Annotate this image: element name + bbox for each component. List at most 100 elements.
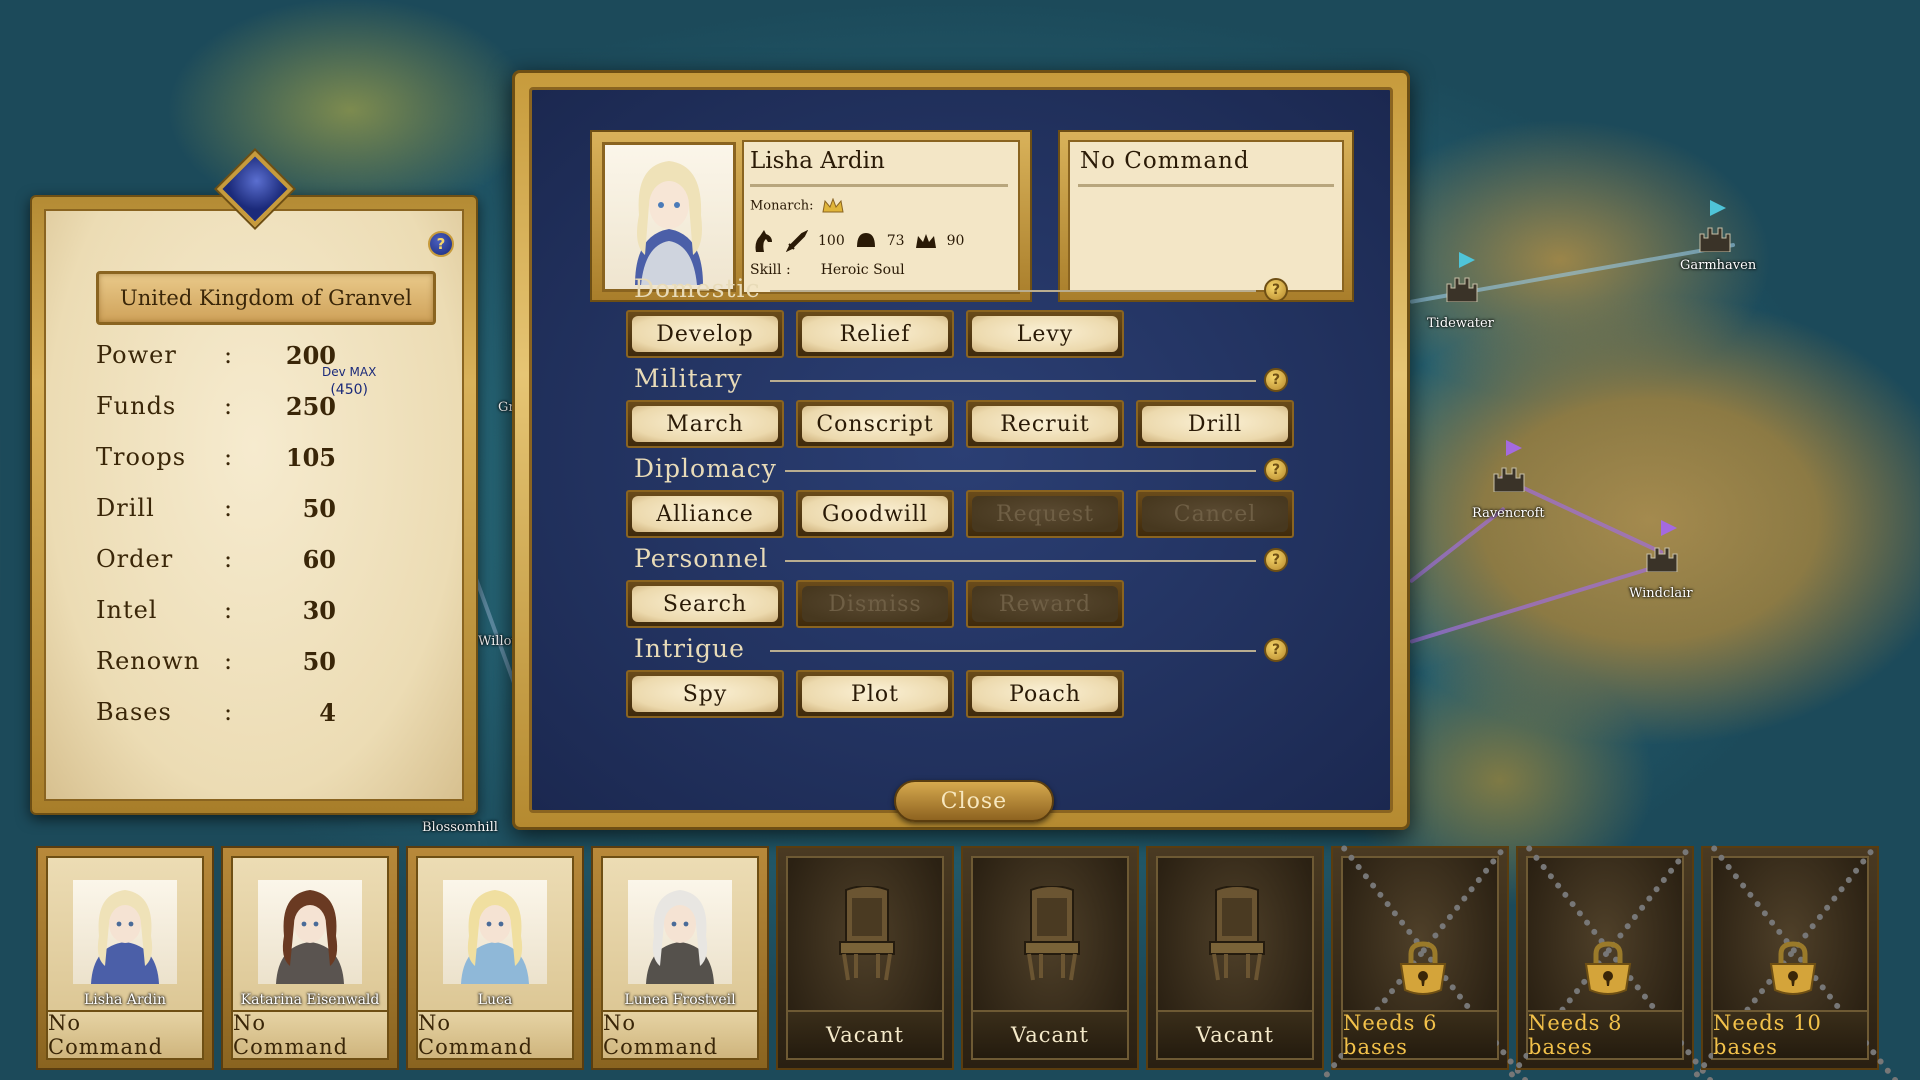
officer-stat-int: 73	[886, 233, 905, 249]
slot-status: Needs 10 bases	[1713, 1010, 1867, 1059]
kingdom-name: United Kingdom of Granvel	[96, 271, 436, 325]
stat-value: 60	[302, 545, 336, 574]
slot-body: Needs 8 bases	[1500, 844, 1715, 1080]
button-label: Poach	[972, 676, 1118, 712]
sword-icon	[786, 230, 808, 252]
stat-label: Bases	[96, 698, 172, 726]
close-button[interactable]: Close	[894, 780, 1054, 822]
vacant-slot[interactable]: Vacant	[776, 846, 954, 1070]
section-help-icon[interactable]: ?	[1264, 458, 1288, 482]
stat-separator: :	[224, 494, 233, 522]
flag-icon	[1506, 440, 1522, 456]
locked-slot[interactable]: Needs 8 bases	[1500, 844, 1715, 1080]
button-label: Search	[632, 586, 778, 622]
slot-body: Katarina Eisenwald No Command	[231, 856, 389, 1060]
officer-stat-pol: 90	[946, 233, 965, 249]
current-command-card: No Command	[1058, 130, 1354, 302]
button-label: Conscript	[802, 406, 948, 442]
slot-body: Lunea Frostveil No Command	[601, 856, 759, 1060]
search-button[interactable]: Search	[626, 580, 784, 628]
march-button[interactable]: March	[626, 400, 784, 448]
slot-body: Needs 10 bases	[1685, 844, 1900, 1080]
route-line	[1409, 566, 1650, 644]
vacant-slot[interactable]: Vacant	[961, 846, 1139, 1070]
current-command-body: No Command	[1068, 140, 1344, 292]
slot-body: Vacant	[971, 856, 1129, 1060]
drill-button[interactable]: Drill	[1136, 400, 1294, 448]
kingdom-panel: ? United Kingdom of Granvel Power:200 Fun…	[30, 195, 478, 815]
stat-value: 50	[302, 494, 336, 523]
padlock-icon	[1399, 941, 1447, 995]
button-label: Drill	[1142, 406, 1288, 442]
officer-slot[interactable]: Lunea Frostveil No Command	[591, 846, 769, 1070]
section-help-icon[interactable]: ?	[1264, 638, 1288, 662]
locked-slot[interactable]: Needs 6 bases	[1315, 844, 1530, 1080]
conscript-button[interactable]: Conscript	[796, 400, 954, 448]
request-button[interactable]: Request	[966, 490, 1124, 538]
recruit-button[interactable]: Recruit	[966, 400, 1124, 448]
officer-slot[interactable]: Katarina Eisenwald No Command	[221, 846, 399, 1070]
section-help-icon[interactable]: ?	[1264, 548, 1288, 572]
castle-ravencroft[interactable]: Ravencroft	[1470, 440, 1550, 521]
plot-button[interactable]: Plot	[796, 670, 954, 718]
slot-status: No Command	[233, 1010, 387, 1059]
stat-row-order: Order: 60	[96, 545, 396, 585]
officer-portrait-art	[646, 890, 714, 984]
stat-separator: :	[224, 698, 233, 726]
crown-icon	[915, 234, 936, 248]
relief-button[interactable]: Relief	[796, 310, 954, 358]
officer-info: Lisha Ardin Monarch: 100 73 90 Skill : He…	[742, 140, 1020, 294]
slot-status: No Command	[603, 1010, 757, 1059]
slot-body: Vacant	[786, 856, 944, 1060]
section-divider	[785, 470, 1256, 472]
officer-slot[interactable]: Luca No Command	[406, 846, 584, 1070]
officer-name: Lisha Ardin	[750, 148, 885, 174]
horse-icon	[755, 230, 772, 252]
flag-icon	[1661, 520, 1677, 536]
skill-value: Heroic Soul	[820, 262, 905, 278]
goodwill-button[interactable]: Goodwill	[796, 490, 954, 538]
stat-row-renown: Renown: 50	[96, 647, 396, 687]
kingdom-panel-body: ? United Kingdom of Granvel Power:200 Fun…	[44, 209, 464, 801]
stat-row-bases: Bases: 4	[96, 698, 396, 738]
dismiss-button[interactable]: Dismiss	[796, 580, 954, 628]
kingdom-help-icon[interactable]: ?	[428, 231, 454, 257]
levy-button[interactable]: Levy	[966, 310, 1124, 358]
section-help-icon[interactable]: ?	[1264, 368, 1288, 392]
castle-tidewater[interactable]: Tidewater	[1425, 252, 1495, 332]
spy-button[interactable]: Spy	[626, 670, 784, 718]
command-dialog-body: Lisha Ardin Monarch: 100 73 90 Skill : He…	[529, 87, 1393, 822]
button-label: Develop	[632, 316, 778, 352]
officer-slot[interactable]: Lisha Ardin No Command	[36, 846, 214, 1070]
poach-button[interactable]: Poach	[966, 670, 1124, 718]
section-help-icon[interactable]: ?	[1264, 278, 1288, 302]
button-label: Spy	[632, 676, 778, 712]
develop-button[interactable]: Develop	[626, 310, 784, 358]
throne-icon	[839, 886, 895, 981]
locked-slot[interactable]: Needs 10 bases	[1685, 844, 1900, 1080]
cancel-button[interactable]: Cancel	[1136, 490, 1294, 538]
button-label: Relief	[802, 316, 948, 352]
officer-portrait-art	[635, 161, 703, 285]
slot-body: Lisha Ardin No Command	[46, 856, 204, 1060]
divider	[1078, 184, 1334, 187]
vacant-slot[interactable]: Vacant	[1146, 846, 1324, 1070]
stat-label: Funds	[96, 392, 177, 420]
reward-button[interactable]: Reward	[966, 580, 1124, 628]
officer-portrait-art	[461, 890, 529, 984]
slot-status: Vacant	[788, 1010, 942, 1058]
dev-max-note: Dev MAX (450)	[322, 363, 376, 399]
helm-icon	[856, 233, 875, 247]
stat-label: Power	[96, 341, 177, 369]
button-label: Recruit	[972, 406, 1118, 442]
current-command: No Command	[1080, 148, 1250, 174]
slot-status: No Command	[418, 1010, 572, 1059]
officer-name: Katarina Eisenwald	[240, 992, 380, 1008]
button-label: Cancel	[1142, 496, 1288, 532]
stat-row-drill: Drill: 50	[96, 494, 396, 534]
castle-garmhaven[interactable]: Garmhaven	[1680, 200, 1756, 280]
officer-portrait	[258, 880, 362, 984]
alliance-button[interactable]: Alliance	[626, 490, 784, 538]
stat-label: Troops	[96, 443, 187, 471]
castle-windclair[interactable]: Windclair	[1625, 520, 1705, 601]
